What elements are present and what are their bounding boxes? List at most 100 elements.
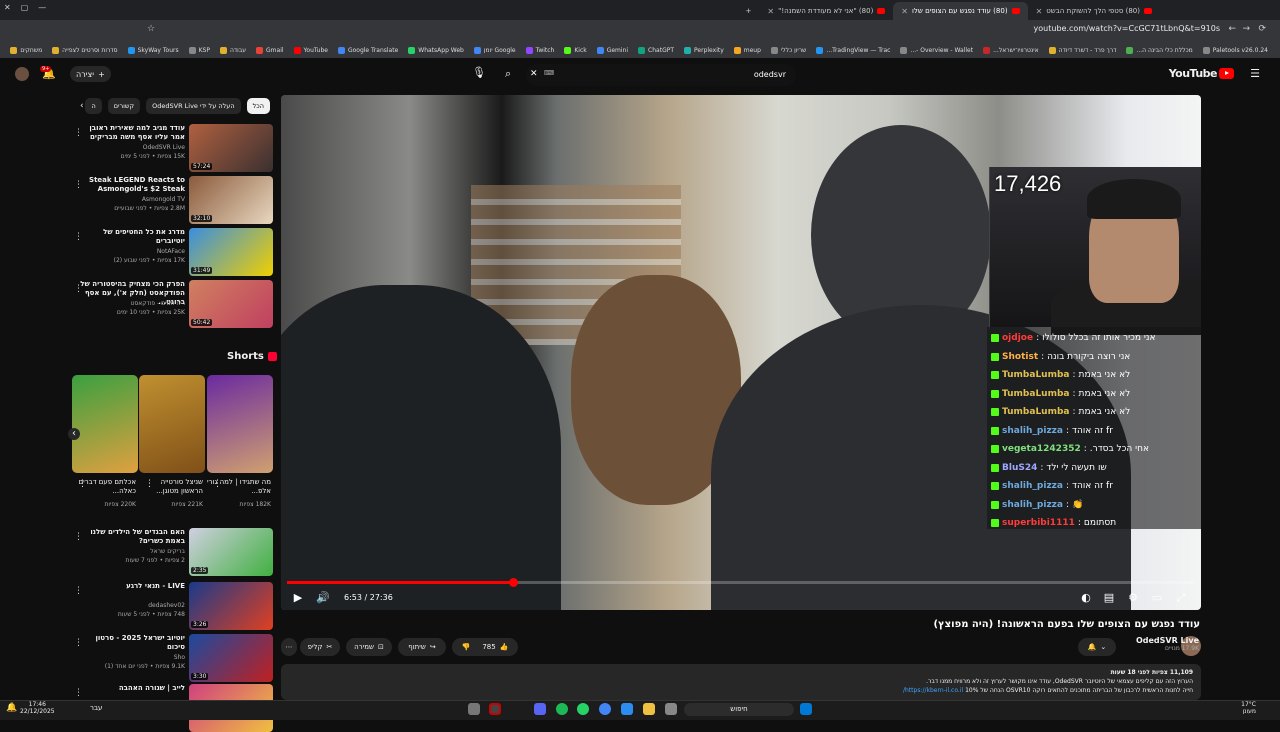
more-vert-icon[interactable]: ⋮ [74,284,83,294]
recommended-video[interactable]: 3:26 LIVE - תנאי לרגע dedashev02 748 צפיות … [70,582,273,630]
more-vert-icon[interactable]: ⋮ [74,180,83,190]
short-thumbnail[interactable] [139,375,205,473]
create-button[interactable]: יצירה + [70,66,111,82]
filter-chip[interactable]: הכל [246,98,270,114]
video-player[interactable]: 17,426 אני מכיר אותו זה בכלל סולולו: ojdj… [281,95,1201,610]
minimize-icon[interactable]: — [38,3,46,12]
like-dislike-button[interactable]: 👎 785 👍 [452,638,518,656]
browser-tab[interactable]: (80) "אני לא מעודדת השמנה!" ✕ [759,2,893,20]
youtube-logo[interactable]: YouTube [1169,67,1234,80]
bookmark-item[interactable]: Google יומן [473,46,516,54]
more-vert-icon[interactable]: ⋮ [74,638,83,648]
dislike-icon[interactable]: 👎 [462,643,471,651]
more-vert-icon[interactable]: ⋮ [74,688,83,698]
taskbar-clock[interactable]: 17:46 22/12/2025 [20,701,55,715]
channel-info[interactable]: OdedSVR Live 17.9K מנויים [1136,636,1199,652]
description-link[interactable]: https://kbern-il.co.il/ [903,687,963,694]
app-icon[interactable] [489,703,501,715]
subtitles-icon[interactable]: ▤ [1102,591,1116,605]
store-icon[interactable] [621,703,633,715]
bookmark-item[interactable]: Kick [564,46,587,54]
bookmark-item[interactable]: TradingView — Trac... [816,46,890,54]
video-title[interactable]: מדרג את כל החטיפים של יוטיוברים [75,228,185,246]
bookmark-item[interactable]: Gmail [256,46,284,54]
bookmark-item[interactable]: ChatGPT [638,46,674,54]
new-tab-button[interactable]: + [738,2,760,20]
bookmark-item[interactable]: שריון כללי [770,46,806,54]
more-vert-icon[interactable]: ⋮ [78,479,87,489]
spotify-icon[interactable] [556,703,568,715]
close-icon[interactable]: ✕ [1036,7,1043,16]
recommended-video[interactable]: 2:35 האם הבגדים של הילדים שלנו באמת כשרים… [70,528,273,576]
browser-tab[interactable]: (80) סטפי הלך להשוקת הבשט ✕ [1028,2,1160,20]
recommended-video[interactable]: 57:24 עודד מגיב למה שאירית ראובן אמר עליו… [70,124,273,172]
bookmark-item[interactable]: Overview - Wallet -... [900,46,973,54]
clip-button[interactable]: קליפ ✂ [300,638,340,656]
autoplay-toggle[interactable]: ◐ [1078,591,1094,605]
channel-name[interactable]: Asmongold TV [75,196,185,203]
play-icon[interactable]: ▶ [291,591,305,605]
scrubber-handle[interactable] [509,578,519,587]
video-title[interactable]: יוטיוב ישראל 2025 - סרטון סיכום [75,634,185,652]
description-box[interactable]: 11,109 צפיות לפני 18 שעות הערוץ הזה עם ק… [281,664,1201,700]
video-thumbnail[interactable]: 3:26 [189,582,273,630]
close-icon[interactable]: ✕ [901,7,908,16]
more-actions-button[interactable]: ⋯ [281,638,297,656]
menu-icon[interactable]: ☰ [1250,67,1260,80]
weather-widget[interactable]: 17°C מעונן [1241,701,1256,715]
bookmark-item[interactable]: דרך פרד - דשרד דיודה [1048,46,1116,54]
more-vert-icon[interactable]: ⋮ [74,128,83,138]
folder-icon[interactable] [643,703,655,715]
fullscreen-icon[interactable]: ⤢ [1174,591,1188,605]
video-thumbnail[interactable]: 3:30 [189,634,273,682]
more-vert-icon[interactable]: ⋮ [213,479,222,489]
bookmark-item[interactable]: סדרות וסרטים לצפייה [52,46,118,54]
keyboard-icon[interactable]: ⌨ [544,69,554,77]
channel-name[interactable]: OdedSVR Live [1136,636,1199,645]
language-indicator[interactable]: עבר [90,704,102,712]
bookmark-item[interactable]: WhatsApp Web [408,46,464,54]
search-input[interactable]: odedsvr [754,70,786,79]
chevron-left-icon[interactable]: ‹ [80,101,84,111]
bookmark-item[interactable]: KSP [188,46,210,54]
bookmark-item[interactable]: Paletools v26.0.24 [1202,46,1268,54]
bookmark-item[interactable]: YouTube [293,46,328,54]
channel-name[interactable]: dedashev02 [75,602,185,609]
video-thumbnail[interactable]: 31:49 [189,228,273,276]
video-title[interactable]: LIVE - תנאי לרגע [75,582,185,591]
discord-icon[interactable] [534,703,546,715]
bookmark-item[interactable]: אינטרוויו־ישראל... [983,46,1039,54]
microphone-icon[interactable]: 🎙 [472,66,486,79]
bookmark-item[interactable]: Perplexity [684,46,724,54]
more-vert-icon[interactable]: ⋮ [145,479,154,489]
bookmark-item[interactable]: מכללת כלי הבינה ה... [1126,46,1193,54]
windows-start-icon[interactable] [800,703,812,715]
short-thumbnail[interactable] [72,375,138,473]
video-thumbnail[interactable]: 32:10 [189,176,273,224]
short-thumbnail[interactable] [207,375,273,473]
filter-chip[interactable]: העלה על ידי OdedSVR Live [146,98,241,114]
browser-tab-active[interactable]: (80) עודד נפגש עם הצופים שלו ✕ [893,2,1028,20]
star-icon[interactable]: ☆ [147,24,155,34]
video-title[interactable]: לייב | שגורה האהבה [75,684,185,693]
bookmark-item[interactable]: Google Translate [337,46,398,54]
video-title[interactable]: האם הבגדים של הילדים שלנו באמת כשרים? [75,528,185,546]
forward-icon[interactable]: → [1242,24,1250,34]
channel-name[interactable]: Sho [75,654,185,661]
theater-mode-icon[interactable]: ▭ [1150,591,1164,605]
video-title[interactable]: עודד מגיב למה שאירית ראובן אמר עליו אסף … [75,124,185,142]
refresh-icon[interactable]: ⟳ [1258,24,1266,34]
bookmark-item[interactable]: Gemini [596,46,628,54]
like-icon[interactable]: 👍 [500,643,509,651]
bookmark-item[interactable]: משחקים [10,46,42,54]
share-button[interactable]: שיתוף ↪ [398,638,446,656]
settings-app-icon[interactable] [468,703,480,715]
more-vert-icon[interactable]: ⋮ [74,532,83,542]
taskbar-search[interactable]: חיפוש [684,703,794,716]
video-thumbnail[interactable]: 57:24 [189,124,273,172]
more-vert-icon[interactable]: ⋮ [74,232,83,242]
search-box[interactable]: odedsvr ✕ ⌨ [526,64,796,86]
channel-name[interactable]: OdedSVR Live [75,144,185,151]
channel-name[interactable]: בריקים שראל [75,548,185,555]
subscribe-bell-button[interactable]: 🔔 ⌄ [1078,638,1116,656]
